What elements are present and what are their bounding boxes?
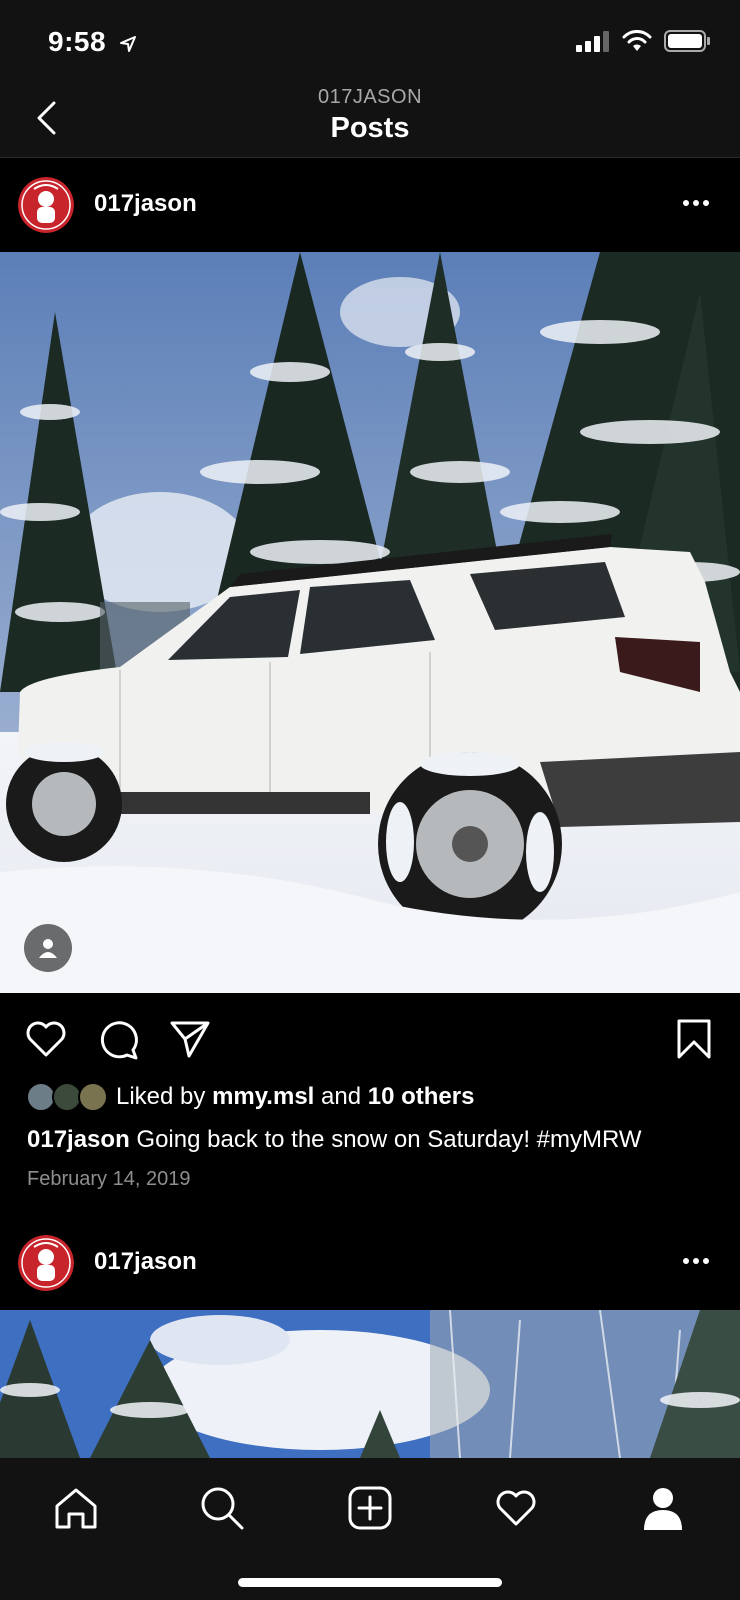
liked-by-others[interactable]: 10 others [368,1083,475,1110]
ellipsis-icon [683,200,709,206]
likes-summary[interactable]: Liked by mmy.msl and 10 others [26,1080,474,1114]
avatar[interactable] [18,1235,74,1291]
post-username[interactable]: 017jason [94,190,197,218]
tab-home[interactable] [46,1478,106,1538]
avatar [78,1082,108,1112]
comment-button[interactable] [94,1015,142,1063]
liked-by-username[interactable]: mmy.msl [212,1083,314,1110]
liker-avatars [26,1082,108,1112]
heart-icon [26,1021,66,1057]
tab-profile[interactable] [633,1478,693,1538]
status-icons [576,30,710,52]
page-title: Posts [330,112,410,144]
post-header: 017jason [0,158,740,252]
share-button[interactable] [166,1015,214,1063]
battery-icon [664,30,710,52]
home-indicator[interactable] [238,1578,502,1587]
search-icon [201,1487,244,1530]
tagged-people-button[interactable] [24,924,72,972]
post-username[interactable]: 017jason [94,1248,197,1276]
post-actions [0,993,740,1083]
bookmark-icon [677,1019,711,1059]
ellipsis-icon [683,1258,709,1264]
avatar-image [18,177,74,233]
bottom-tab-bar [0,1458,740,1600]
person-icon [39,939,57,958]
avatar[interactable] [18,177,74,233]
status-bar: 9:58 [0,0,740,84]
like-button[interactable] [22,1015,70,1063]
likes-text: Liked by mmy.msl and 10 others [116,1083,475,1110]
header-username: 017JASON [317,86,423,108]
comment-bubble-icon [100,1021,138,1060]
navigation-header: 017JASON Posts [0,84,740,158]
post-caption: 017jason Going back to the snow on Satur… [27,1126,642,1154]
profile-icon [644,1488,682,1530]
snowy-suv-photo [0,252,740,993]
paper-plane-icon [170,1021,210,1058]
snowy-forest-photo [0,1310,740,1458]
cellular-signal-icon [576,31,609,52]
wifi-icon [622,30,652,51]
more-options-button[interactable] [676,1246,716,1276]
post-date: February 14, 2019 [27,1168,191,1190]
tab-activity[interactable] [486,1478,546,1538]
activity-heart-icon [496,1490,536,1526]
tab-new-post[interactable] [340,1478,400,1538]
save-button[interactable] [670,1015,718,1063]
caption-text: Going back to the snow on Saturday! #myM… [136,1126,642,1153]
avatar-image [18,1235,74,1291]
post-image[interactable] [0,1310,740,1458]
post-image[interactable] [0,252,740,993]
new-post-icon [348,1486,392,1530]
post-header: 017jason [0,1216,740,1310]
tab-search[interactable] [192,1478,252,1538]
location-arrow-icon [120,35,137,52]
status-time: 9:58 [48,26,138,58]
more-options-button[interactable] [676,188,716,218]
home-icon [55,1488,97,1529]
caption-username[interactable]: 017jason [27,1126,130,1153]
